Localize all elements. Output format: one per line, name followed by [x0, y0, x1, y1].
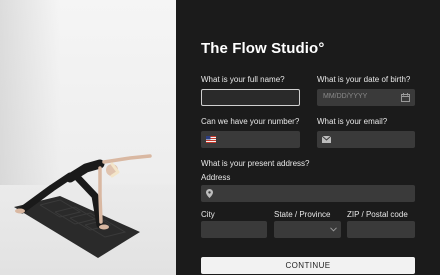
continue-button[interactable]: CONTINUE [201, 257, 415, 274]
address-section-label: What is your present address? [201, 159, 310, 168]
page-title: The Flow Studio° [201, 40, 325, 57]
phone-input[interactable] [201, 131, 300, 148]
envelope-icon [322, 136, 331, 143]
full-name-label: What is your full name? [201, 75, 285, 84]
city-label: City [201, 210, 215, 219]
zip-label: ZIP / Postal code [347, 210, 408, 219]
dob-label: What is your date of birth? [317, 75, 411, 84]
state-label: State / Province [274, 210, 331, 219]
location-pin-icon [206, 189, 213, 198]
zip-input[interactable] [347, 221, 415, 238]
yoga-pose-illustration [14, 154, 152, 258]
us-flag-icon[interactable] [206, 136, 216, 143]
registration-panel: The Flow Studio° What is your full name?… [176, 0, 440, 275]
calendar-icon[interactable] [401, 93, 410, 102]
city-input[interactable] [201, 221, 267, 238]
dob-placeholder: MM/DD/YYYY [323, 93, 368, 100]
full-name-input[interactable] [201, 89, 300, 106]
chevron-down-icon[interactable] [330, 227, 337, 232]
address-label: Address [201, 173, 231, 182]
email-input[interactable] [317, 131, 415, 148]
dob-input[interactable]: MM/DD/YYYY [317, 89, 415, 106]
phone-label: Can we have your number? [201, 117, 300, 126]
state-select[interactable] [274, 221, 341, 238]
email-label: What is your email? [317, 117, 388, 126]
address-input[interactable] [201, 185, 415, 202]
yoga-photo [0, 0, 176, 275]
